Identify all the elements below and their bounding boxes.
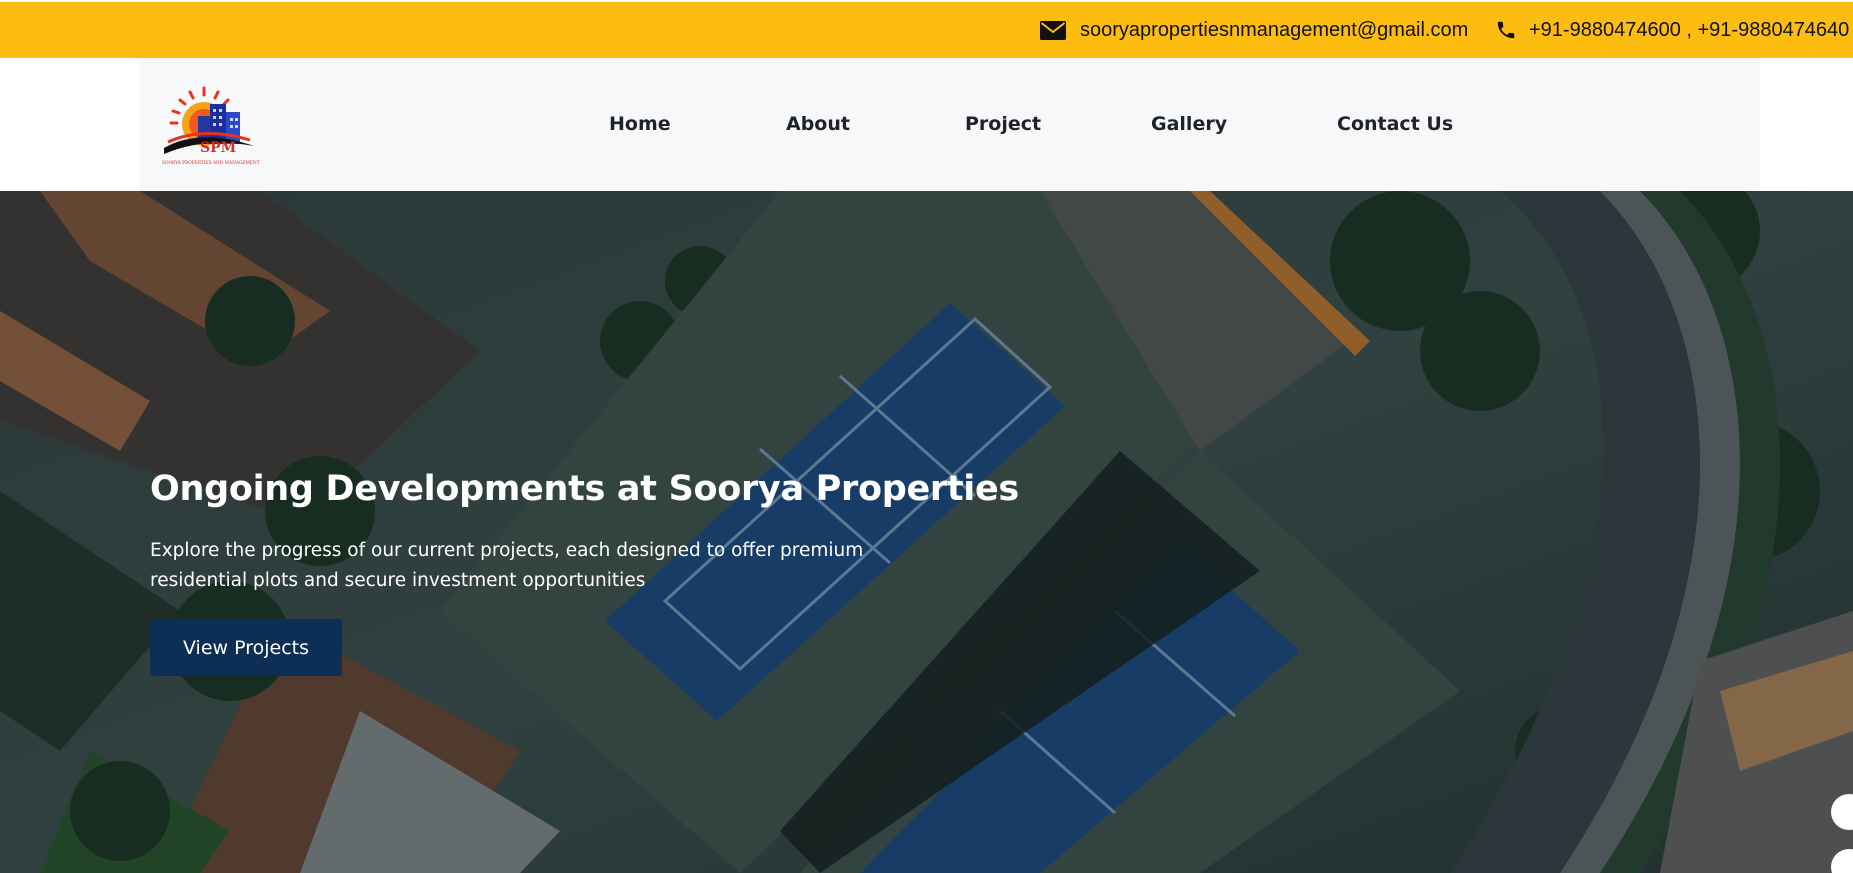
hero-section: Ongoing Developments at Soorya Propertie… [0, 191, 1853, 873]
nav-contact-us[interactable]: Contact Us [1337, 110, 1453, 138]
soorya-logo-icon[interactable]: SPM SOORYA PROPERTIES AND MANAGEMENT [158, 82, 266, 170]
email-text[interactable]: sooryapropertiesnmanagement@gmail.com [1080, 19, 1468, 42]
nav-about[interactable]: About [786, 110, 850, 138]
phone-icon [1497, 21, 1515, 39]
phone-text[interactable]: +91-9880474600 , +91-9880474640 [1529, 19, 1849, 42]
nav-home[interactable]: Home [609, 110, 671, 138]
phone-contact[interactable]: +91-9880474600 , +91-9880474640 [1495, 2, 1849, 58]
svg-text:SPM: SPM [200, 140, 236, 156]
hero-title: Ongoing Developments at Soorya Propertie… [150, 469, 1019, 509]
view-projects-button[interactable]: View Projects [150, 619, 342, 676]
hero-overlay [0, 191, 1853, 873]
nav-project[interactable]: Project [965, 110, 1041, 138]
top-contact-bar: sooryapropertiesnmanagement@gmail.com +9… [0, 2, 1853, 58]
hero-subtitle: Explore the progress of our current proj… [150, 540, 864, 591]
site-header: SPM SOORYA PROPERTIES AND MANAGEMENT Hom… [140, 58, 1760, 191]
nav-gallery[interactable]: Gallery [1151, 110, 1227, 138]
svg-text:SOORYA PROPERTIES AND MANAGEME: SOORYA PROPERTIES AND MANAGEMENT [162, 161, 260, 166]
email-contact[interactable]: sooryapropertiesnmanagement@gmail.com [1040, 2, 1468, 58]
envelope-icon [1040, 20, 1066, 40]
